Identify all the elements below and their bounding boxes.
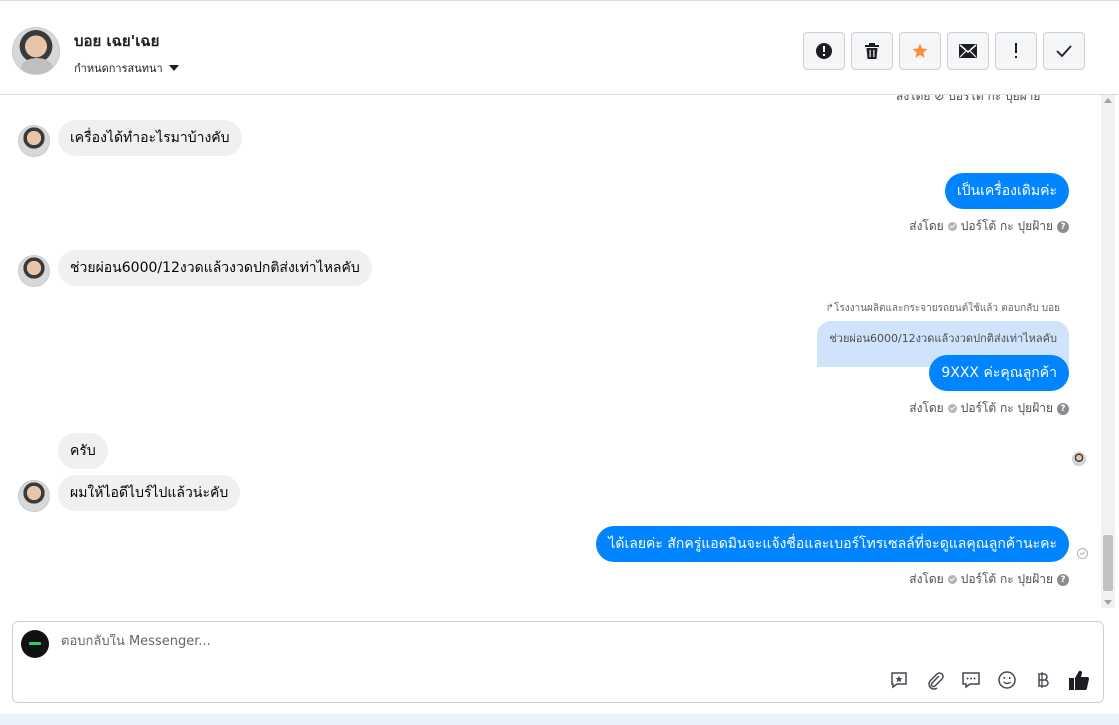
- message-composer: [12, 621, 1104, 703]
- delete-button[interactable]: [851, 32, 893, 70]
- sent-by-label: ส่งโดย ปอร์โต้ กะ ปุยฝ้าย ?: [909, 570, 1069, 589]
- page-avatar: [21, 630, 49, 658]
- attachment-icon: [928, 672, 944, 690]
- sent-by-label: ส่งโดย ปอร์โต้ กะ ปุยฝ้าย ?: [909, 217, 1069, 236]
- assign-conversation-dropdown[interactable]: กำหนดการสนทนา: [74, 59, 179, 77]
- follow-up-button[interactable]: [995, 32, 1037, 70]
- outgoing-message[interactable]: เป็นเครื่องเดิมค่ะ: [944, 173, 1069, 209]
- contact-avatar-small[interactable]: [18, 480, 50, 512]
- reply-context-label: ↱โรงงานผลิตและกระจายรถยนต์ใช้แล้ว ตอบกลั…: [825, 303, 1060, 314]
- baht-icon: [1038, 672, 1049, 688]
- reply-input[interactable]: [61, 634, 1061, 649]
- bottom-strip: [0, 714, 1119, 725]
- incoming-message[interactable]: ผมให้ไอดีไบร์ไปแล้วน่ะคับ: [58, 475, 241, 511]
- sent-check-icon: [947, 575, 957, 584]
- sent-check-icon: [947, 222, 957, 231]
- emoji-button[interactable]: [995, 668, 1019, 692]
- chat-bubble-icon: [962, 672, 980, 689]
- star-icon: [912, 43, 928, 58]
- sent-by-label: ส่งโดย ปอร์โต้ กะ ปุยฝ้าย ?: [909, 399, 1069, 418]
- incoming-message[interactable]: ช่วยผ่อน6000/12งวดแล้วงวดปกติส่งเท่าไหลค…: [58, 250, 372, 286]
- contact-avatar-small[interactable]: [18, 125, 50, 157]
- incoming-message[interactable]: เครื่องได้ทำอะไรมาบ้างคับ: [58, 120, 242, 156]
- mark-done-button[interactable]: [1043, 32, 1085, 70]
- chat-button[interactable]: [959, 668, 983, 692]
- contact-info: บอย เฉย'เฉย กำหนดการสนทนา: [12, 27, 179, 77]
- mark-unread-button[interactable]: [947, 32, 989, 70]
- sent-by-label: ส่งโดย ⊘ ปอร์โต้ กะ ปุยฝ้าย: [896, 95, 1041, 103]
- seen-avatar: [1072, 452, 1086, 466]
- checkmark-icon: [1056, 45, 1072, 57]
- messenger-inbox-window: บอย เฉย'เฉย กำหนดการสนทนา ส่งโดย ⊘ ปอร์โ…: [0, 0, 1119, 725]
- help-icon[interactable]: ?: [1057, 402, 1069, 415]
- envelope-icon: [959, 44, 977, 58]
- payment-button[interactable]: [1031, 668, 1055, 692]
- like-button[interactable]: [1067, 668, 1091, 692]
- contact-avatar-small[interactable]: [18, 255, 50, 287]
- alert-circle-icon: [816, 43, 832, 59]
- contact-avatar[interactable]: [12, 27, 60, 75]
- conversation-toolbar: [803, 32, 1091, 70]
- help-icon[interactable]: ?: [1057, 573, 1069, 586]
- emoji-icon: [998, 671, 1016, 689]
- exclamation-icon: [1015, 43, 1017, 58]
- contact-name[interactable]: บอย เฉย'เฉย: [74, 29, 179, 53]
- saved-reply-button[interactable]: [887, 668, 911, 692]
- star-button[interactable]: [899, 32, 941, 70]
- caret-down-icon: [168, 65, 179, 71]
- scroll-up-arrow-icon[interactable]: [1104, 98, 1112, 103]
- conversation-header: บอย เฉย'เฉย กำหนดการสนทนา: [0, 0, 1119, 95]
- outgoing-message[interactable]: ได้เลยค่ะ สักครู่แอดมินจะแจ้งชื่อและเบอร…: [596, 526, 1069, 562]
- scroll-down-arrow-icon[interactable]: [1104, 600, 1112, 605]
- attach-file-button[interactable]: [923, 668, 947, 692]
- message-thread[interactable]: ส่งโดย ⊘ ปอร์โต้ กะ ปุยฝ้าย เครื่องได้ทำ…: [0, 95, 1100, 608]
- scrollbar-thumb[interactable]: [1103, 535, 1113, 591]
- assign-conversation-label: กำหนดการสนทนา: [74, 62, 163, 75]
- help-icon[interactable]: ?: [1057, 220, 1069, 233]
- thumbs-up-icon: [1069, 670, 1089, 690]
- spam-alert-button[interactable]: [803, 32, 845, 70]
- thread-scrollbar[interactable]: [1101, 95, 1115, 608]
- saved-reply-icon: [891, 672, 907, 689]
- sent-check-icon: [947, 404, 957, 413]
- composer-toolbar: [875, 668, 1091, 692]
- outgoing-message[interactable]: 9XXX ค่ะคุณลูกค้า: [929, 355, 1069, 391]
- delivered-check-icon: [1077, 548, 1088, 559]
- trash-icon: [865, 43, 879, 59]
- incoming-message[interactable]: ครับ: [58, 433, 108, 469]
